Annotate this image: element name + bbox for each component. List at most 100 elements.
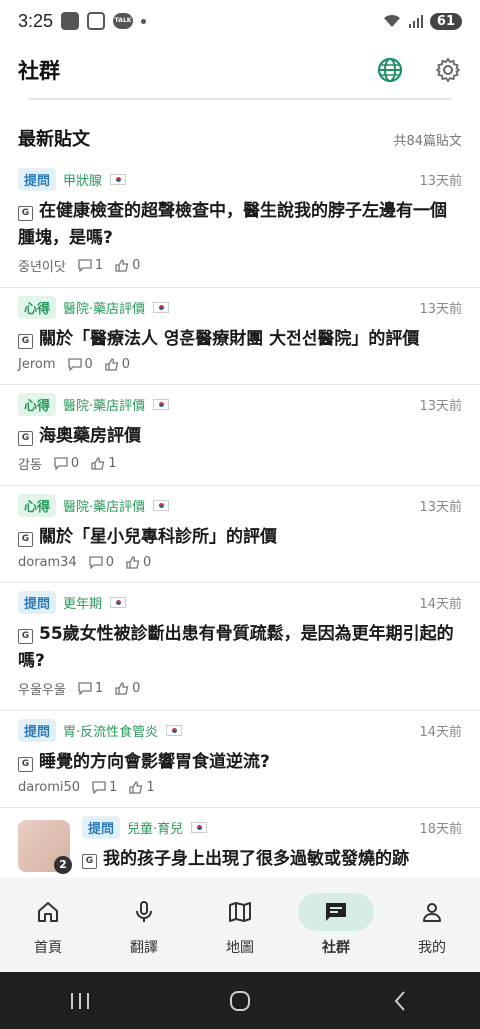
post-author: 감동 xyxy=(18,458,42,473)
gear-icon xyxy=(436,58,460,82)
signal-icon xyxy=(408,15,423,28)
comment-icon xyxy=(78,259,92,272)
recent-apps-button[interactable] xyxy=(60,981,100,1021)
korea-flag-icon xyxy=(166,724,183,736)
post-time: 14天前 xyxy=(419,596,462,612)
home-icon xyxy=(38,902,58,922)
comment-count: 0 xyxy=(105,555,115,570)
post-category: 胃·反流性食管炎 xyxy=(63,724,159,740)
post-time: 18天前 xyxy=(419,821,462,837)
post-tag: 提問 xyxy=(18,718,57,742)
post-item[interactable]: 心得 醫院·藥店評價 13天前 G 關於「醫療法人 영훈醫療財團 大전선醫院」的評… xyxy=(0,288,480,385)
post-title: G 我的孩子身上出現了很多過敏或發燒的跡 xyxy=(82,846,462,873)
nav-label: 翻譯 xyxy=(130,940,158,956)
post-item[interactable]: 提問 甲狀腺 13天前 G 在健康檢查的超聲檢查中，醫生說我的脖子左邊有一個腫塊，… xyxy=(0,160,480,288)
recent-apps-icon xyxy=(71,992,89,1009)
post-thumbnail: 2 xyxy=(18,820,72,874)
settings-button[interactable] xyxy=(434,56,462,84)
post-title-text: 我的孩子身上出現了很多過敏或發燒的跡 xyxy=(103,849,409,869)
nav-label: 地圖 xyxy=(226,940,254,956)
nav-label: 社群 xyxy=(322,940,350,956)
post-item[interactable]: 2 提問 兒童·育兒 18天前 G 我的孩子身上出現了很多過敏或發燒的跡 xyxy=(0,808,480,878)
comment-icon xyxy=(78,682,92,695)
like-icon xyxy=(126,556,140,569)
globe-icon xyxy=(377,57,403,83)
header-divider xyxy=(28,98,452,100)
home-button[interactable] xyxy=(220,981,260,1021)
page-title: 社群 xyxy=(18,59,60,83)
post-time: 13天前 xyxy=(419,301,462,317)
post-category: 醫院·藥店評價 xyxy=(63,499,146,515)
translate-icon: G xyxy=(18,334,33,349)
post-title-text: 55歲女性被診斷出患有骨質疏鬆，是因為更年期引起的嗎? xyxy=(18,624,454,671)
korea-flag-icon xyxy=(153,301,170,313)
post-category: 醫院·藥店評價 xyxy=(63,398,146,414)
post-title-text: 海奧藥房評價 xyxy=(39,426,141,446)
back-button[interactable] xyxy=(380,981,420,1021)
korea-flag-icon xyxy=(110,173,127,185)
bottom-nav: 首頁 翻譯 地圖 社群 我的 xyxy=(0,878,480,972)
comment-count: 1 xyxy=(94,681,104,696)
nav-profile[interactable]: 我的 xyxy=(392,893,472,957)
comment-icon xyxy=(67,358,82,371)
scan-notification-icon xyxy=(87,12,106,30)
nav-home[interactable]: 首頁 xyxy=(8,893,88,957)
wifi-icon xyxy=(383,14,400,27)
like-icon xyxy=(91,457,105,470)
translate-icon: G xyxy=(18,431,33,446)
like-count: 1 xyxy=(108,456,117,471)
post-time: 13天前 xyxy=(419,499,462,515)
chat-icon xyxy=(326,903,346,921)
nav-active-indicator xyxy=(298,893,374,931)
comment-count: 0 xyxy=(70,456,80,471)
like-icon xyxy=(129,781,143,794)
comment-count: 1 xyxy=(109,780,118,795)
talk-notification-icon: TALK xyxy=(113,13,134,29)
section-title: 最新貼文 xyxy=(18,129,90,150)
translate-icon: G xyxy=(18,757,33,772)
translate-icon: G xyxy=(18,629,33,644)
nav-label: 我的 xyxy=(418,940,446,956)
korea-flag-icon xyxy=(110,596,127,608)
like-count: 0 xyxy=(121,357,131,372)
post-list[interactable]: 提問 甲狀腺 13天前 G 在健康檢查的超聲檢查中，醫生說我的脖子左邊有一個腫塊，… xyxy=(0,160,480,878)
nav-translate[interactable]: 翻譯 xyxy=(104,893,184,957)
post-author: 중년이닷 xyxy=(18,260,66,275)
post-title-text: 睡覺的方向會影響胃食道逆流? xyxy=(39,752,270,772)
person-icon xyxy=(423,903,441,922)
microphone-icon xyxy=(136,901,152,922)
post-title: G 55歲女性被診斷出患有骨質疏鬆，是因為更年期引起的嗎? xyxy=(18,621,462,675)
like-icon xyxy=(105,358,119,371)
status-bar: 3:25 TALK 61 xyxy=(0,0,480,42)
image-count-badge: 2 xyxy=(54,856,72,874)
status-time: 3:25 xyxy=(18,10,54,31)
post-count: 共84篇貼文 xyxy=(393,134,462,149)
nav-label: 首頁 xyxy=(34,940,62,956)
language-button[interactable] xyxy=(376,56,404,84)
post-item[interactable]: 心得 醫院·藥店評價 13天前 G 關於「星小兒專科診所」的評價 doram34 … xyxy=(0,486,480,583)
post-title: G 睡覺的方向會影響胃食道逆流? xyxy=(18,749,462,776)
section-header: 最新貼文 共84篇貼文 xyxy=(18,125,462,151)
post-author: 우울우울 xyxy=(18,683,66,698)
nav-map[interactable]: 地圖 xyxy=(200,893,280,957)
translate-icon: G xyxy=(18,532,33,547)
like-count: 0 xyxy=(132,258,141,273)
comment-count: 1 xyxy=(94,258,104,273)
nav-community[interactable]: 社群 xyxy=(296,893,376,957)
post-tag: 心得 xyxy=(18,493,57,517)
post-title: G 關於「星小兒專科診所」的評價 xyxy=(18,524,462,551)
home-circle-icon xyxy=(230,990,250,1011)
post-item[interactable]: 提問 更年期 14天前 G 55歲女性被診斷出患有骨質疏鬆，是因為更年期引起的嗎?… xyxy=(0,583,480,711)
more-notifications-icon xyxy=(141,18,147,24)
post-title: G 海奧藥房評價 xyxy=(18,423,462,450)
post-category: 更年期 xyxy=(63,596,103,612)
system-nav-bar xyxy=(0,972,480,1029)
like-count: 0 xyxy=(132,681,141,696)
back-icon xyxy=(394,990,405,1011)
translate-icon: G xyxy=(82,854,97,869)
post-item[interactable]: 心得 醫院·藥店評價 13天前 G 海奧藥房評價 감동 0 1 xyxy=(0,385,480,486)
korea-flag-icon xyxy=(191,821,208,833)
post-tag: 心得 xyxy=(18,392,57,416)
post-author: doram34 xyxy=(18,555,77,570)
post-item[interactable]: 提問 胃·反流性食管炎 14天前 G 睡覺的方向會影響胃食道逆流? daromi5… xyxy=(0,711,480,808)
